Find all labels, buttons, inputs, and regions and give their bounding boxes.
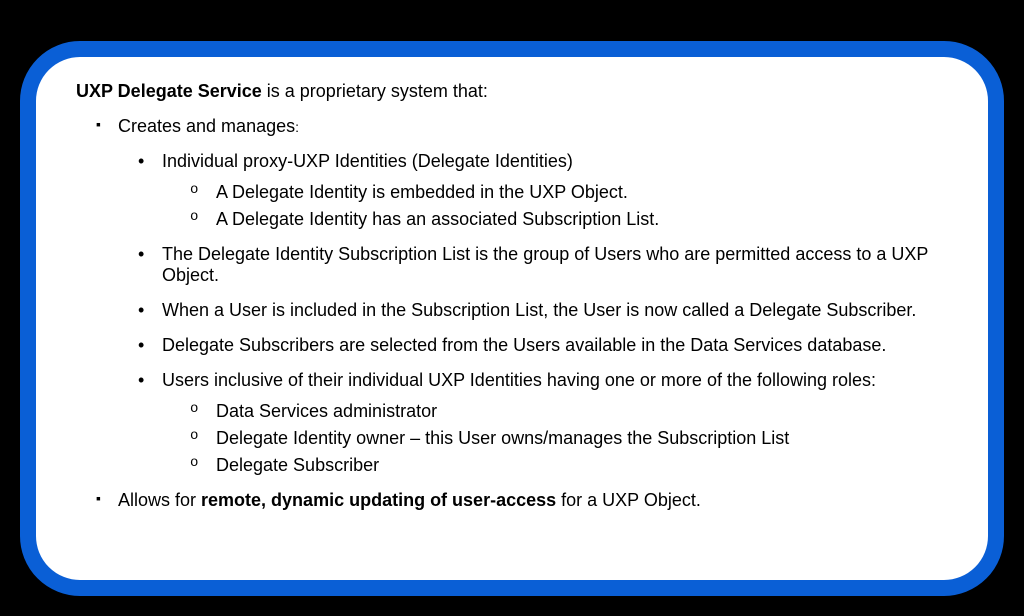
bullet-roles: Users inclusive of their individual UXP … (138, 370, 948, 476)
intro-text: UXP Delegate Service is a proprietary sy… (76, 81, 948, 102)
s5-text: Users inclusive of their individual UXP … (162, 370, 876, 390)
bullet-selected-from: Delegate Subscribers are selected from t… (138, 335, 948, 356)
bullet-proxy-identities: Individual proxy-UXP Identities (Delegat… (138, 151, 948, 230)
b2-prefix: Allows for (118, 490, 201, 510)
s1-text: Individual proxy-UXP Identities (Delegat… (162, 151, 573, 171)
bullet-delegate-subscriber: When a User is included in the Subscript… (138, 300, 948, 321)
bullet-list-level3-b: Data Services administrator Delegate Ide… (162, 401, 948, 476)
bullet-role-owner: Delegate Identity owner – this User owns… (190, 428, 948, 449)
bullet-role-admin: Data Services administrator (190, 401, 948, 422)
bullet-subscription-list: A Delegate Identity has an associated Su… (190, 209, 948, 230)
bullet-list-level2-a: Individual proxy-UXP Identities (Delegat… (118, 151, 948, 476)
bullet-list-level1: Creates and manages: Individual proxy-UX… (76, 116, 948, 511)
b1-text: Creates and manages (118, 116, 295, 136)
bullet-group-users: The Delegate Identity Subscription List … (138, 244, 948, 286)
bullet-list-level3-a: A Delegate Identity is embedded in the U… (162, 182, 948, 230)
bullet-allows-for: Allows for remote, dynamic updating of u… (96, 490, 948, 511)
intro-suffix: is a proprietary system that: (262, 81, 488, 101)
intro-title: UXP Delegate Service (76, 81, 262, 101)
bullet-role-subscriber: Delegate Subscriber (190, 455, 948, 476)
info-card: UXP Delegate Service is a proprietary sy… (20, 41, 1004, 596)
b2-bold: remote, dynamic updating of user-access (201, 490, 556, 510)
bullet-embedded: A Delegate Identity is embedded in the U… (190, 182, 948, 203)
bullet-creates-manages: Creates and manages: Individual proxy-UX… (96, 116, 948, 476)
b2-suffix: for a UXP Object. (556, 490, 701, 510)
b1-colon: : (295, 119, 299, 135)
